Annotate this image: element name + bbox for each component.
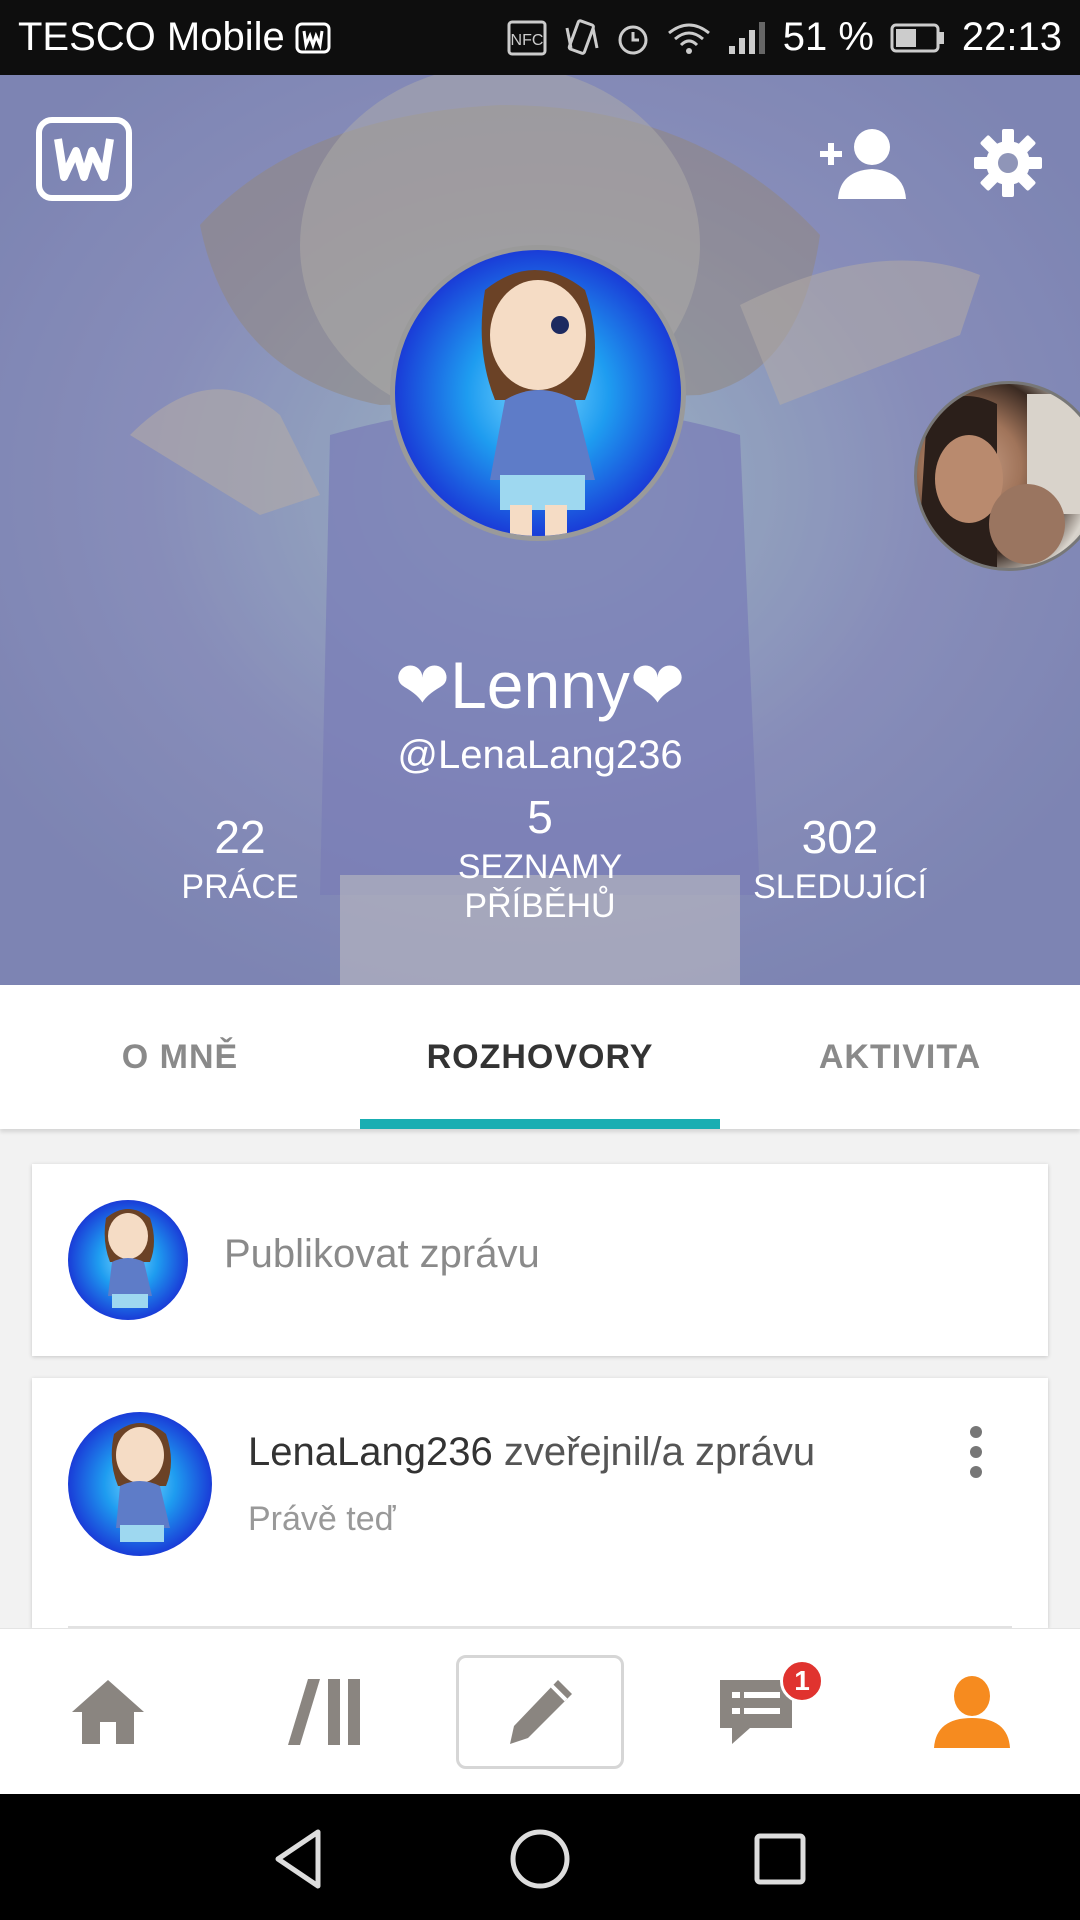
tab-about-me[interactable]: O MNĚ — [0, 985, 360, 1129]
more-vert-icon — [970, 1426, 982, 1438]
carrier-label: TESCO Mobile — [18, 15, 285, 59]
stat-works[interactable]: 22 PRÁCE — [90, 810, 390, 907]
pencil-icon — [510, 1680, 572, 1744]
battery-percent: 51 % — [782, 15, 874, 59]
home-icon — [72, 1680, 144, 1744]
nav-profile[interactable] — [864, 1629, 1080, 1795]
display-name: ❤Lenny❤ — [394, 648, 686, 722]
post-title: LenaLang236 zveřejnil/a zprávu — [248, 1430, 815, 1475]
nav-home[interactable] — [0, 1629, 216, 1795]
stat-reading-lists-value: 5 — [527, 791, 553, 843]
clock: 22:13 — [961, 15, 1062, 59]
tab-conversations[interactable]: ROZHOVORY — [360, 985, 720, 1129]
back-button[interactable] — [266, 1824, 336, 1894]
profile-tabs: O MNĚ ROZHOVORY AKTIVITA — [0, 985, 1080, 1129]
follow-user-button[interactable] — [816, 123, 908, 203]
system-navigation-bar — [0, 1794, 1080, 1920]
status-bar: TESCO Mobile NFC 51 % 22:13 — [0, 0, 1080, 75]
back-icon — [275, 1829, 321, 1889]
post-author-avatar[interactable] — [68, 1412, 212, 1556]
library-icon — [288, 1679, 360, 1745]
stat-followers-label: SLEDUJÍCÍ — [753, 868, 927, 906]
wattpad-notification-icon — [295, 22, 331, 54]
profile-icon — [934, 1676, 1010, 1748]
nav-library[interactable] — [216, 1629, 432, 1795]
wattpad-logo-button[interactable] — [36, 117, 132, 201]
post-timestamp: Právě teď — [248, 1500, 396, 1538]
vibrate-icon — [563, 18, 599, 58]
circle-home-icon — [510, 1829, 570, 1889]
stat-works-label: PRÁCE — [181, 868, 299, 906]
stat-reading-lists[interactable]: 5 SEZNAMY PŘÍBĚHŮ — [390, 790, 690, 926]
home-system-button[interactable] — [505, 1824, 575, 1894]
profile-header: ❤Lenny❤ @LenaLang236 22 PRÁCE 5 SEZNAMY … — [0, 75, 1080, 985]
stat-reading-lists-label: SEZNAMY PŘÍBĚHŮ — [457, 848, 623, 926]
compose-message-card[interactable]: Publikovat zprávu — [32, 1164, 1048, 1356]
battery-icon — [890, 22, 946, 54]
stat-works-value: 22 — [214, 811, 266, 863]
alarm-icon — [615, 20, 651, 56]
post-author-name[interactable]: LenaLang236 — [248, 1430, 493, 1474]
svg-text:NFC: NFC — [510, 32, 543, 49]
wifi-icon — [667, 21, 711, 55]
write-button[interactable] — [456, 1655, 624, 1769]
post-more-options-button[interactable] — [964, 1426, 988, 1478]
conversation-post: LenaLang236 zveřejnil/a zprávu Právě teď — [32, 1378, 1048, 1628]
username-handle: @LenaLang236 — [397, 733, 683, 777]
compose-avatar — [68, 1200, 188, 1320]
signal-icon — [727, 20, 767, 56]
post-action-text: zveřejnil/a zprávu — [492, 1430, 816, 1474]
recents-icon — [754, 1833, 806, 1885]
add-user-icon — [820, 129, 906, 199]
nav-write[interactable] — [432, 1629, 648, 1795]
nfc-icon: NFC — [507, 20, 547, 56]
bottom-navigation: 1 — [0, 1628, 1080, 1794]
nav-messages[interactable]: 1 — [648, 1629, 864, 1795]
compose-message-input[interactable]: Publikovat zprávu — [224, 1232, 540, 1277]
gear-icon — [974, 129, 1042, 197]
stat-followers[interactable]: 302 SLEDUJÍCÍ — [690, 810, 990, 907]
messages-badge: 1 — [780, 1659, 824, 1703]
tab-activity[interactable]: AKTIVITA — [720, 985, 1080, 1129]
wattpad-logo-icon — [54, 138, 114, 181]
recents-button[interactable] — [745, 1824, 815, 1894]
stat-followers-value: 302 — [801, 811, 879, 863]
settings-button[interactable] — [972, 127, 1044, 199]
profile-avatar[interactable] — [390, 245, 686, 541]
